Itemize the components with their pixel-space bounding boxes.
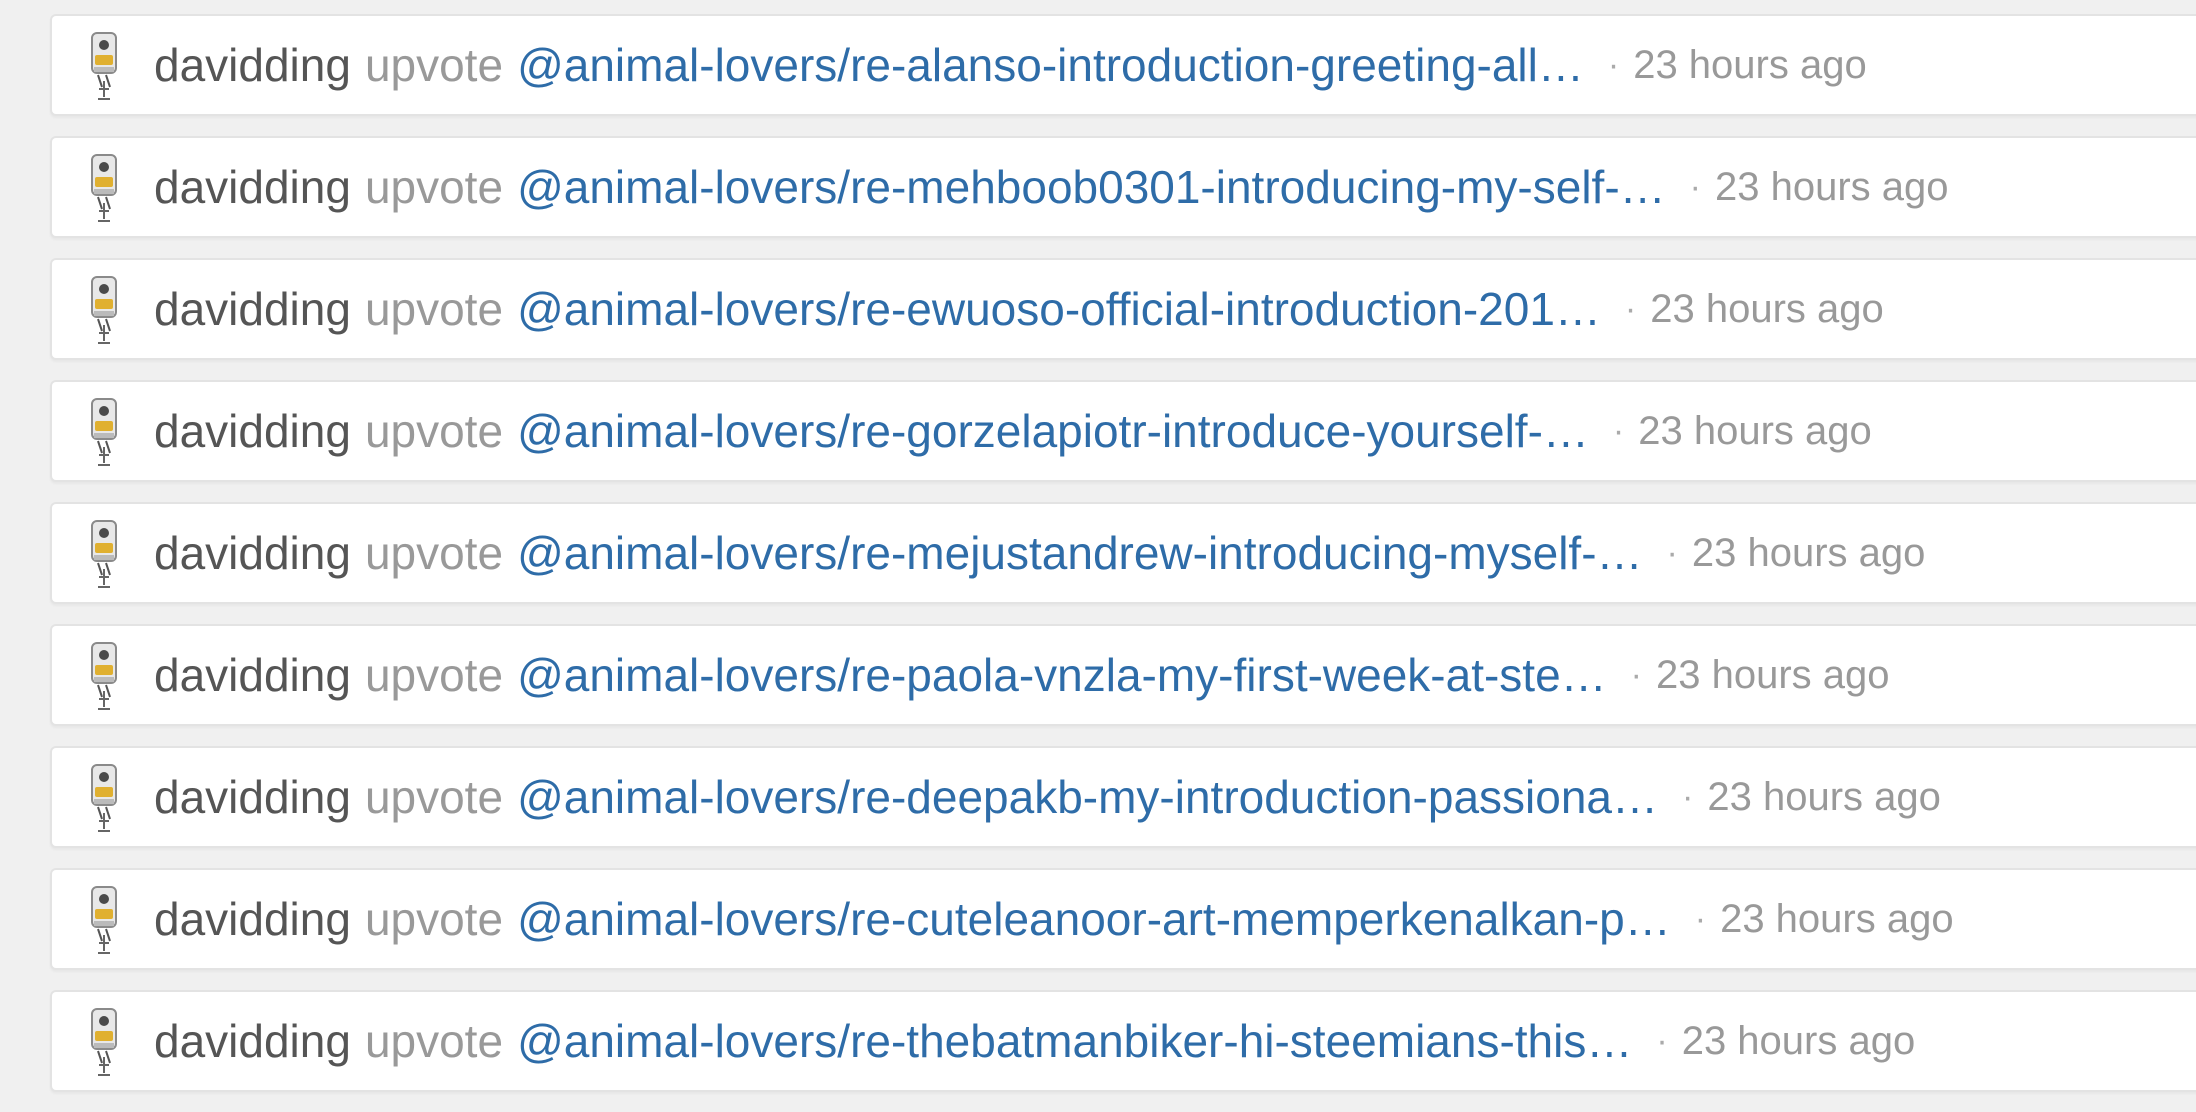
robot-avatar-icon[interactable] xyxy=(86,29,124,101)
post-link[interactable]: @animal-lovers/re-gorzelapiotr-introduce… xyxy=(517,404,1589,458)
author-name[interactable]: davidding xyxy=(154,404,351,458)
post-link[interactable]: @animal-lovers/re-cuteleanoor-art-memper… xyxy=(517,892,1671,946)
post-link[interactable]: @animal-lovers/re-deepakb-my-introductio… xyxy=(517,770,1658,824)
author-name[interactable]: davidding xyxy=(154,282,351,336)
robot-avatar-icon[interactable] xyxy=(86,1005,124,1077)
robot-avatar-icon[interactable] xyxy=(86,273,124,345)
activity-item: davidding upvote @animal-lovers/re-ewuos… xyxy=(50,258,2196,360)
separator-dot: · xyxy=(1612,411,1625,450)
action-label: upvote xyxy=(364,405,504,457)
post-link[interactable]: @animal-lovers/re-ewuoso-official-introd… xyxy=(517,282,1601,336)
post-link[interactable]: @animal-lovers/re-alanso-introduction-gr… xyxy=(517,38,1584,92)
robot-avatar-icon[interactable] xyxy=(86,883,124,955)
separator-dot: · xyxy=(1630,655,1642,694)
timestamp: 23 hours ago xyxy=(1638,408,1872,453)
timestamp: 23 hours ago xyxy=(1720,896,1954,941)
author-name[interactable]: davidding xyxy=(154,526,351,580)
separator-dot: · xyxy=(1694,899,1707,938)
action-label: upvote xyxy=(364,649,504,701)
robot-avatar-icon[interactable] xyxy=(86,639,124,711)
robot-avatar-icon[interactable] xyxy=(86,151,124,223)
author-name[interactable]: davidding xyxy=(154,648,351,702)
separator-dot: · xyxy=(1682,777,1694,816)
timestamp: 23 hours ago xyxy=(1681,1018,1916,1063)
activity-feed: davidding upvote @animal-lovers/re-alans… xyxy=(50,14,2196,1112)
author-name[interactable]: davidding xyxy=(154,160,351,214)
post-link[interactable]: @animal-lovers/re-thebatmanbiker-hi-stee… xyxy=(517,1014,1632,1068)
action-label: upvote xyxy=(364,161,504,213)
activity-item: davidding upvote @animal-lovers/re-deepa… xyxy=(50,746,2196,848)
separator-dot: · xyxy=(1689,167,1701,206)
action-label: upvote xyxy=(364,527,504,579)
action-label: upvote xyxy=(364,283,504,335)
robot-avatar-icon[interactable] xyxy=(86,761,124,833)
activity-item: davidding upvote @animal-lovers/re-theba… xyxy=(50,990,2196,1092)
timestamp: 23 hours ago xyxy=(1691,530,1926,575)
activity-item: davidding upvote @animal-lovers/re-paola… xyxy=(50,624,2196,726)
timestamp: 23 hours ago xyxy=(1707,774,1941,819)
post-link[interactable]: @animal-lovers/re-mehboob0301-introducin… xyxy=(517,160,1666,214)
activity-item: davidding upvote @animal-lovers/re-mehbo… xyxy=(50,136,2196,238)
timestamp: 23 hours ago xyxy=(1650,286,1884,331)
timestamp: 23 hours ago xyxy=(1714,164,1949,209)
separator-dot: · xyxy=(1607,45,1620,84)
timestamp: 23 hours ago xyxy=(1633,42,1867,87)
post-link[interactable]: @animal-lovers/re-paola-vnzla-my-first-w… xyxy=(517,648,1607,702)
author-name[interactable]: davidding xyxy=(154,770,351,824)
activity-item: davidding upvote @animal-lovers/re-alans… xyxy=(50,14,2196,116)
action-label: upvote xyxy=(364,1015,504,1067)
post-link[interactable]: @animal-lovers/re-mejustandrew-introduci… xyxy=(517,526,1642,580)
separator-dot: · xyxy=(1666,533,1678,572)
activity-item: davidding upvote @animal-lovers/re-cutel… xyxy=(50,868,2196,970)
author-name[interactable]: davidding xyxy=(154,1014,351,1068)
activity-item: davidding upvote @animal-lovers/re-gorze… xyxy=(50,380,2196,482)
action-label: upvote xyxy=(364,771,504,823)
action-label: upvote xyxy=(364,39,504,91)
separator-dot: · xyxy=(1624,289,1637,328)
timestamp: 23 hours ago xyxy=(1656,652,1890,697)
author-name[interactable]: davidding xyxy=(154,38,351,92)
robot-avatar-icon[interactable] xyxy=(86,395,124,467)
action-label: upvote xyxy=(364,893,504,945)
robot-avatar-icon[interactable] xyxy=(86,517,124,589)
activity-item: davidding upvote @animal-lovers/re-mejus… xyxy=(50,502,2196,604)
separator-dot: · xyxy=(1656,1021,1668,1060)
author-name[interactable]: davidding xyxy=(154,892,351,946)
